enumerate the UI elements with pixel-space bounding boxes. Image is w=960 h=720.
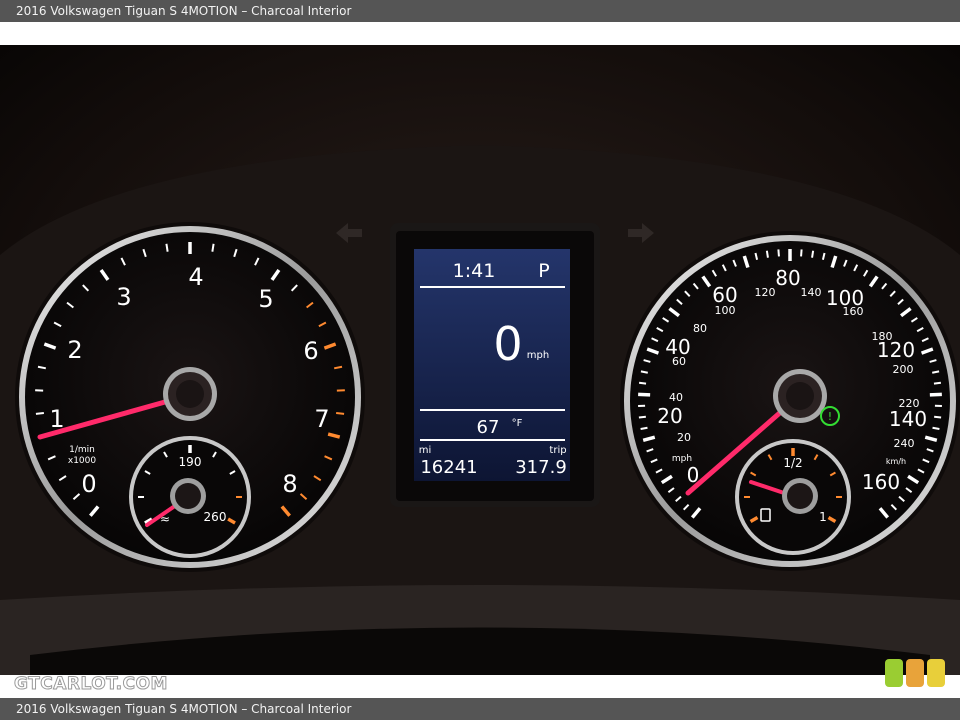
kmh-label-180: 180 [872, 330, 893, 343]
tick-mark [933, 381, 942, 385]
coolant-label-high: 260 [204, 510, 227, 524]
tach-label-0: 0 [81, 470, 96, 498]
tick-mark [640, 426, 648, 431]
display-odometer: 16241 [420, 457, 477, 478]
fuel-label-half: 1/2 [783, 456, 802, 470]
tach-label-5: 5 [258, 285, 273, 313]
kmh-label-240: 240 [894, 437, 915, 450]
tick-mark [777, 249, 780, 257]
tick-mark [765, 250, 769, 258]
tick-mark [35, 412, 44, 415]
kmh-unit-label: km/h [886, 457, 906, 466]
tach-label-2: 2 [67, 336, 82, 364]
mph-unit-label: mph [672, 454, 692, 464]
orange-swatch [906, 659, 924, 687]
kmh-label-140: 140 [801, 286, 822, 299]
multifunction-display: 1:41 P 0 mph 67 °F mi trip 16241 317.9 [390, 223, 600, 507]
instrument-cluster-photo: 0 1 2 3 4 5 6 7 8 1/min x1000 190 260 ≈ [0, 45, 960, 675]
tick-mark [932, 426, 940, 431]
coolant-gauge: 190 260 ≈ [129, 436, 251, 558]
kmh-label-40: 40 [669, 391, 683, 404]
fuel-gauge: 1/2 1 [735, 439, 851, 555]
mph-label-20: 20 [657, 404, 682, 428]
tick-mark [336, 412, 345, 415]
kmh-label-60: 60 [672, 355, 686, 368]
display-temperature: 67 [477, 417, 500, 438]
display-speed: 0 [493, 317, 522, 371]
tach-unit-top: 1/min [69, 445, 95, 455]
display-speed-unit: mph [527, 350, 549, 361]
kmh-label-220: 220 [899, 397, 920, 410]
parking-brake-warning-mark: ! [828, 410, 832, 423]
top-caption: 2016 Volkswagen Tiguan S 4MOTION – Charc… [0, 0, 960, 22]
tach-unit-bottom: x1000 [68, 456, 97, 466]
tick-mark [211, 243, 215, 252]
tick-mark [640, 370, 648, 374]
display-odometer-label: mi [419, 445, 432, 456]
tick-mark [165, 243, 169, 252]
display-trip: 317.9 [515, 457, 567, 478]
kmh-label-80: 80 [693, 322, 707, 335]
mph-label-160: 160 [862, 470, 900, 494]
mph-label-140: 140 [889, 407, 927, 431]
tach-label-3: 3 [116, 283, 131, 311]
kmh-label-20: 20 [677, 431, 691, 444]
green-swatch [885, 659, 903, 687]
kmh-label-160: 160 [843, 305, 864, 318]
tick-mark [638, 381, 647, 385]
tick-mark [929, 392, 942, 397]
tach-label-4: 4 [188, 263, 203, 291]
kmh-label-200: 200 [893, 363, 914, 376]
fuel-label-full: 1 [819, 510, 827, 524]
display-trip-label: trip [549, 445, 566, 456]
tick-mark [638, 415, 646, 419]
mph-label-80: 80 [775, 266, 800, 290]
display-gear: P [538, 260, 549, 282]
kmh-label-100: 100 [715, 304, 736, 317]
color-swatches [885, 659, 945, 689]
display-time: 1:41 [453, 260, 496, 282]
tick-mark [800, 249, 803, 257]
tick-mark [811, 250, 815, 258]
tach-label-8: 8 [282, 470, 297, 498]
tick-mark [934, 415, 942, 419]
tick-mark [932, 370, 940, 374]
tach-label-6: 6 [303, 337, 318, 365]
tick-mark [638, 392, 651, 397]
kmh-label-120: 120 [755, 286, 776, 299]
tach-label-7: 7 [314, 405, 329, 433]
yellow-swatch [927, 659, 945, 687]
display-temp-unit: °F [512, 418, 523, 429]
gtcarlot-watermark: GTCARLOT.COM [14, 674, 168, 695]
coolant-label-low: 190 [179, 455, 202, 469]
bottom-caption: 2016 Volkswagen Tiguan S 4MOTION – Charc… [0, 698, 960, 720]
